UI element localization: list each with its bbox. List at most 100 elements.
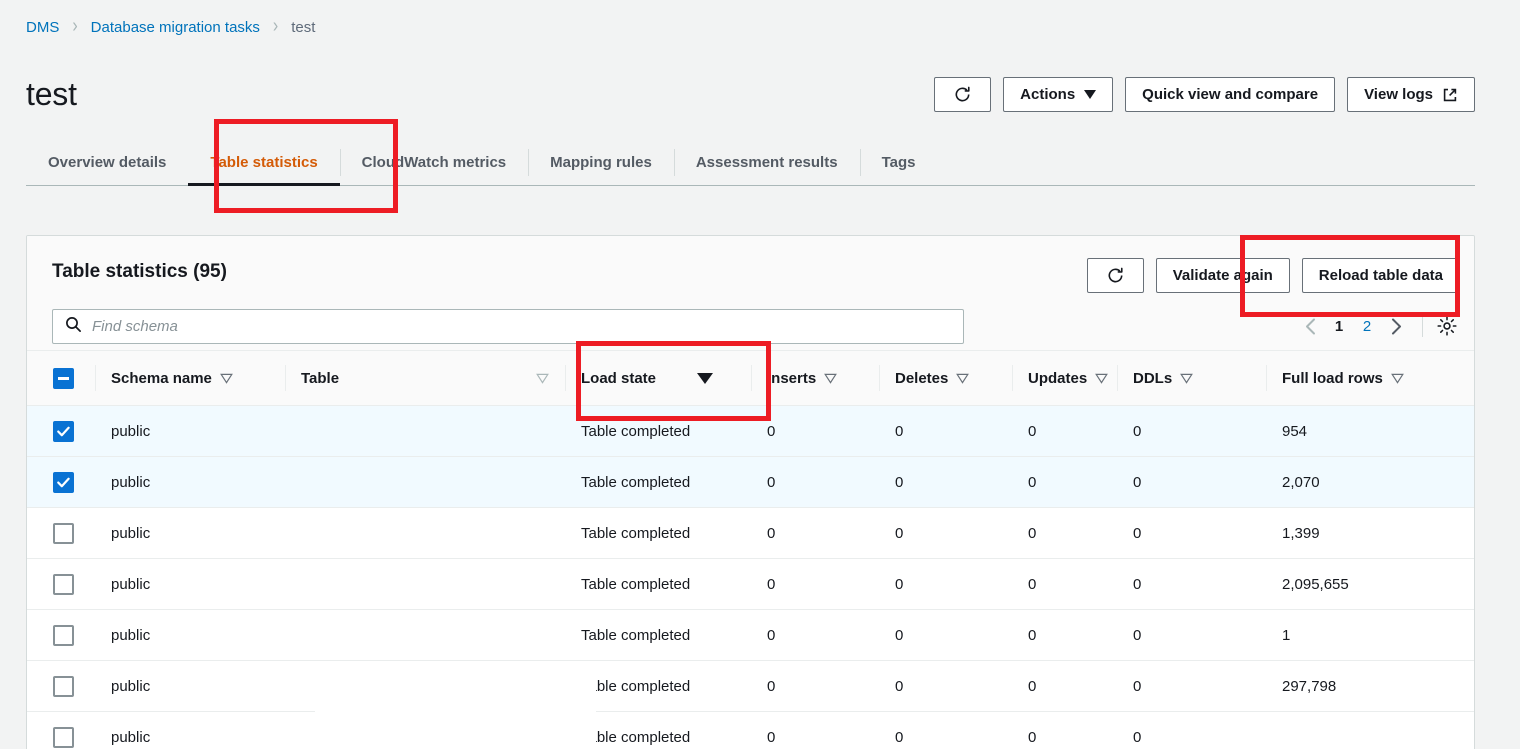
table-row[interactable]: public Table completed 0 0 0 0 1,399 <box>27 507 1474 559</box>
tab-mapping-rules[interactable]: Mapping rules <box>528 140 674 185</box>
cell-ddls: 0 <box>1117 456 1266 508</box>
row-checkbox[interactable] <box>53 675 74 697</box>
sort-icon-active <box>697 372 713 384</box>
row-checkbox[interactable] <box>53 420 74 442</box>
column-label: Load state <box>581 369 657 387</box>
actions-button-label: Actions <box>1020 86 1076 103</box>
cell-schema-name: public <box>95 609 285 661</box>
row-checkbox[interactable] <box>53 573 74 595</box>
tab-tags[interactable]: Tags <box>859 140 938 185</box>
row-select-cell <box>27 558 95 610</box>
cell-deletes: 0 <box>879 660 1012 712</box>
cell-schema-name: public <box>95 660 285 712</box>
column-label: Table <box>301 369 340 387</box>
tab-label: Table statistics <box>210 154 318 171</box>
breadcrumb-item-database-migration-tasks[interactable]: Database migration tasks <box>91 19 260 36</box>
pagination-page-2[interactable]: 2 <box>1353 311 1381 341</box>
sort-icon <box>219 373 233 384</box>
view-logs-button[interactable]: View logs <box>1347 77 1475 112</box>
cell-schema-name: public <box>95 711 285 749</box>
quick-view-and-compare-button[interactable]: Quick view and compare <box>1125 77 1336 112</box>
row-checkbox[interactable] <box>53 624 74 646</box>
table-row[interactable]: public Table completed 0 0 0 0 1 <box>27 609 1474 661</box>
column-label: Inserts <box>767 369 817 387</box>
view-logs-button-label: View logs <box>1364 86 1433 103</box>
cell-ddls: 0 <box>1117 711 1266 749</box>
row-select-cell <box>27 507 95 559</box>
tab-label: Overview details <box>48 154 167 171</box>
page-title: test <box>26 76 77 112</box>
column-header-load-state[interactable]: Load state <box>565 350 751 406</box>
row-checkbox[interactable] <box>53 471 74 493</box>
column-header-inserts[interactable]: Inserts <box>751 350 879 406</box>
cell-full-load-rows: 1,399 <box>1266 507 1474 559</box>
table-row[interactable]: public Table completed 0 0 0 0 2,070 <box>27 456 1474 508</box>
cell-table <box>285 507 565 559</box>
cell-full-load-rows: 2,070 <box>1266 456 1474 508</box>
column-header-deletes[interactable]: Deletes <box>879 350 1012 406</box>
tab-table-statistics[interactable]: Table statistics <box>188 140 340 186</box>
cell-deletes: 0 <box>879 558 1012 610</box>
column-header-schema-name[interactable]: Schema name <box>95 350 285 406</box>
actions-button[interactable]: Actions <box>1003 77 1114 112</box>
cell-inserts: 0 <box>751 456 879 508</box>
search-input[interactable] <box>92 318 951 335</box>
select-all-checkbox[interactable] <box>53 367 74 389</box>
validate-again-button[interactable]: Validate again <box>1155 258 1290 293</box>
row-checkbox[interactable] <box>53 726 74 748</box>
pagination-page-1[interactable]: 1 <box>1325 311 1353 341</box>
column-label: Updates <box>1028 369 1088 387</box>
pagination-divider <box>1422 315 1423 337</box>
table-preferences-button[interactable] <box>1434 313 1460 339</box>
cell-inserts: 0 <box>751 711 879 749</box>
column-header-updates[interactable]: Updates <box>1012 350 1117 406</box>
cell-deletes: 0 <box>879 456 1012 508</box>
reload-table-data-button[interactable]: Reload table data <box>1301 258 1460 293</box>
search-schema-box[interactable] <box>52 309 964 344</box>
pagination-next-button[interactable] <box>1381 311 1411 341</box>
cell-updates: 0 <box>1012 609 1117 661</box>
cell-updates: 0 <box>1012 711 1117 749</box>
row-checkbox[interactable] <box>53 522 74 544</box>
table-row[interactable]: public Table completed 0 0 0 0 954 <box>27 405 1474 457</box>
pagination-prev-button[interactable] <box>1295 311 1325 341</box>
sort-icon <box>1390 373 1404 384</box>
panel-refresh-button[interactable] <box>1086 258 1144 293</box>
panel-title: Table statistics (95) <box>52 261 227 282</box>
tab-assessment-results[interactable]: Assessment results <box>673 140 860 185</box>
table-statistics-panel: Table statistics (95) Validate again Rel… <box>26 235 1475 749</box>
chevron-right-icon <box>1391 318 1401 334</box>
checkmark-icon <box>57 477 70 487</box>
cell-schema-name: public <box>95 456 285 508</box>
table-header: Schema name Table Load state Inserts Del… <box>27 350 1474 406</box>
tab-overview-details[interactable]: Overview details <box>26 140 188 185</box>
cell-full-load-rows: 1 <box>1266 609 1474 661</box>
breadcrumb: DMS › Database migration tasks › test <box>26 16 315 37</box>
cell-full-load-rows: 297,798 <box>1266 660 1474 712</box>
table-row[interactable]: public Table completed 0 0 0 0 <box>27 711 1474 749</box>
cell-table <box>285 558 565 610</box>
reload-table-data-label: Reload table data <box>1318 267 1443 284</box>
sort-icon <box>956 373 970 384</box>
column-label: DDLs <box>1133 369 1173 387</box>
refresh-button[interactable] <box>934 77 992 112</box>
cell-inserts: 0 <box>751 405 879 457</box>
cell-schema-name: public <box>95 558 285 610</box>
table-column-redaction <box>315 672 596 749</box>
column-header-table[interactable]: Table <box>285 350 565 406</box>
row-select-cell <box>27 609 95 661</box>
tab-cloudwatch-metrics[interactable]: CloudWatch metrics <box>339 140 528 185</box>
sort-icon <box>1095 373 1109 384</box>
breadcrumb-item-dms[interactable]: DMS <box>26 19 59 36</box>
checkmark-icon <box>57 426 70 436</box>
table-row[interactable]: public Table completed 0 0 0 0 2,095,655 <box>27 558 1474 610</box>
tab-bar: Overview details Table statistics CloudW… <box>26 140 1475 186</box>
table-row[interactable]: public Table completed 0 0 0 0 297,798 <box>27 660 1474 712</box>
cell-load-state: Table completed <box>565 558 751 610</box>
tab-label: Assessment results <box>695 154 838 171</box>
column-header-full-load-rows[interactable]: Full load rows <box>1266 350 1474 406</box>
column-header-ddls[interactable]: DDLs <box>1117 350 1266 406</box>
column-label: Deletes <box>895 369 949 387</box>
cell-ddls: 0 <box>1117 609 1266 661</box>
sort-icon <box>824 373 838 384</box>
